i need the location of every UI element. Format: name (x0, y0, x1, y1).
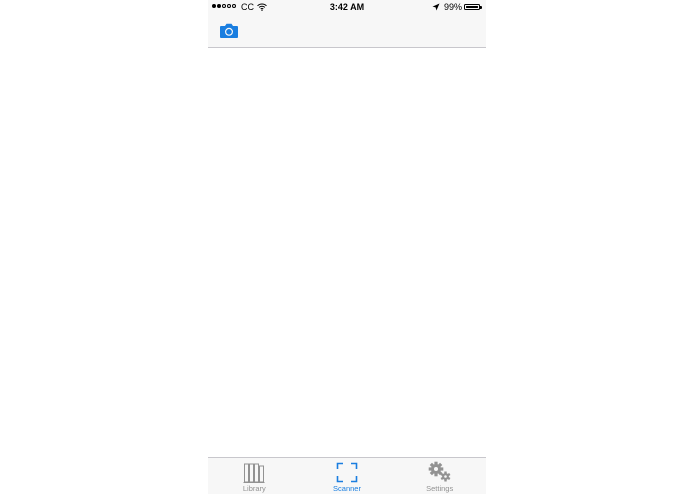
scanner-view (208, 48, 486, 457)
settings-icon (428, 461, 452, 483)
navigation-bar (208, 15, 486, 48)
battery-percentage: 99% (444, 2, 463, 12)
camera-icon[interactable] (219, 23, 239, 39)
battery-fill (465, 5, 479, 9)
tab-label: Settings (426, 484, 454, 493)
tab-settings[interactable]: Settings (393, 458, 486, 494)
tab-label: Library (242, 484, 266, 493)
location-arrow-icon (432, 3, 440, 11)
library-icon (242, 461, 266, 483)
battery-icon (464, 4, 480, 10)
tab-library[interactable]: Library (208, 458, 301, 494)
phone-screen: CC 3:42 AM 99% Library Scanner Settings (208, 0, 486, 494)
tab-scanner[interactable]: Scanner (301, 458, 394, 494)
battery-tip (480, 5, 482, 9)
tab-bar: Library Scanner Settings (208, 457, 486, 494)
tab-label: Scanner (333, 484, 361, 493)
status-bar: CC 3:42 AM 99% (208, 0, 486, 15)
scanner-icon (335, 461, 359, 483)
